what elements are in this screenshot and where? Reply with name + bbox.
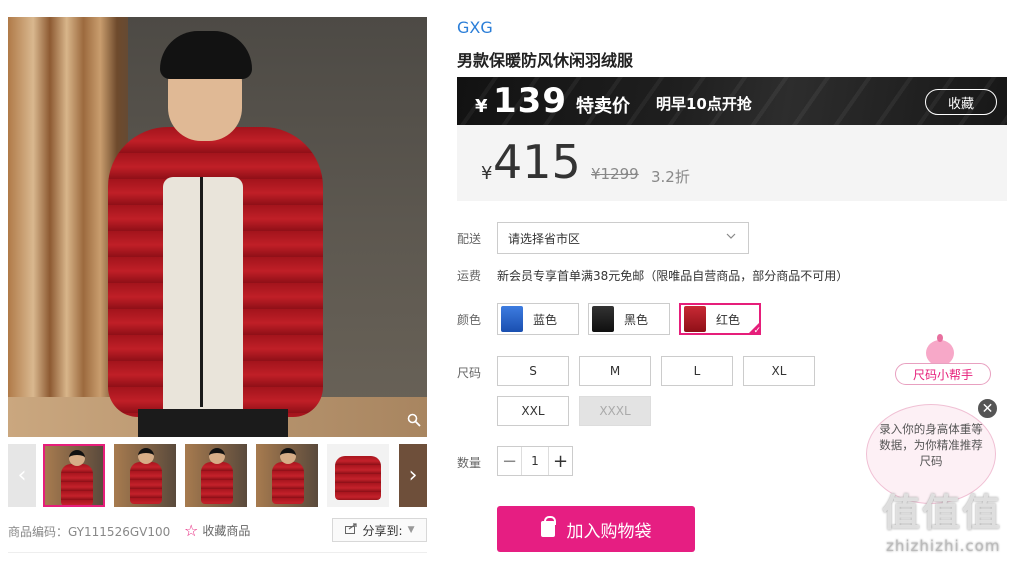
size-label: 尺码 xyxy=(457,366,482,380)
quantity-decrease-button[interactable]: − xyxy=(498,447,521,475)
thumbnail-3[interactable] xyxy=(185,444,247,507)
size-option-xxxl: XXXL xyxy=(579,396,651,426)
size-option-xl[interactable]: XL xyxy=(743,356,815,386)
chevron-down-icon xyxy=(726,231,736,242)
divider xyxy=(8,552,427,553)
region-select[interactable]: 请选择省市区 xyxy=(497,222,749,254)
quantity-increase-button[interactable]: + xyxy=(549,447,572,475)
color-option-blue[interactable]: 蓝色 xyxy=(497,303,579,335)
color-option-red[interactable]: 红色 xyxy=(679,303,761,336)
photo-shirt xyxy=(163,177,243,427)
selected-check-icon xyxy=(747,321,761,336)
region-select-value: 请选择省市区 xyxy=(508,231,581,246)
brand-link[interactable]: GXG xyxy=(457,18,493,37)
sale-currency: ¥ xyxy=(475,96,488,117)
thumbnail-1[interactable] xyxy=(43,444,105,507)
shipping-info: 新会员专享首单满38元免邮（限唯品自营商品，部分商品不可用） xyxy=(497,269,849,283)
color-swatch xyxy=(684,306,706,332)
color-name: 红色 xyxy=(716,312,741,327)
photo-zipper xyxy=(200,177,203,407)
size-option-s[interactable]: S xyxy=(497,356,569,386)
share-label: 分享到: xyxy=(362,523,403,538)
thumbnail-4[interactable] xyxy=(256,444,318,507)
product-title: 男款保暖防风休闲羽绒服 xyxy=(457,51,634,70)
size-helper-text: 录入你的身高体重等数据，为你精准推荐尺码 xyxy=(879,422,983,468)
main-product-image[interactable] xyxy=(8,17,427,437)
watermark-url: zhizhizhi.com xyxy=(886,537,1001,555)
size-option-m[interactable]: M xyxy=(579,356,651,386)
thumb-next-button[interactable]: › xyxy=(399,444,427,507)
photo-pants xyxy=(138,409,288,437)
price-box: ¥ 415 ¥1299 3.2折 xyxy=(457,125,1007,201)
add-to-bag-button[interactable]: 加入购物袋 xyxy=(497,506,695,552)
color-name: 蓝色 xyxy=(533,312,558,327)
product-code: 商品编码：GY111526GV100 xyxy=(8,525,171,539)
sale-price: 139 xyxy=(493,81,567,121)
watermark: 值值值 zhizhizhi.com xyxy=(882,482,1002,555)
sale-start-time: 明早10点开抢 xyxy=(656,95,752,113)
share-icon xyxy=(344,523,358,537)
delivery-label: 配送 xyxy=(457,232,482,246)
shipping-label: 运费 xyxy=(457,269,482,283)
color-name: 黑色 xyxy=(624,312,649,327)
close-icon[interactable]: ✕ xyxy=(976,397,999,420)
color-swatch xyxy=(592,306,614,332)
original-price: ¥1299 xyxy=(591,165,639,183)
shopping-bag-icon xyxy=(540,516,556,537)
favorite-label: 收藏商品 xyxy=(202,524,251,538)
thumbnail-5[interactable] xyxy=(327,444,389,507)
zoom-icon[interactable] xyxy=(407,413,421,431)
quantity-input[interactable]: 1 xyxy=(521,447,549,475)
discount-rate: 3.2折 xyxy=(651,168,690,186)
color-option-black[interactable]: 黑色 xyxy=(588,303,670,335)
size-helper-tag[interactable]: 尺码小帮手 xyxy=(895,363,991,385)
flash-sale-banner: ¥ 139 特卖价 明早10点开抢 收藏 xyxy=(457,77,1007,125)
watermark-logo: 值值值 xyxy=(882,491,1003,535)
color-swatch xyxy=(501,306,523,332)
size-option-l[interactable]: L xyxy=(661,356,733,386)
thumb-prev-button[interactable]: ‹ xyxy=(8,444,36,507)
sale-tag: 特卖价 xyxy=(576,96,630,117)
add-to-bag-label: 加入购物袋 xyxy=(566,521,652,542)
favorite-product-button[interactable]: ☆ 收藏商品 xyxy=(184,521,250,540)
quantity-stepper: − 1 + xyxy=(497,446,573,476)
thumbnail-strip: ‹ › xyxy=(8,444,427,507)
star-icon: ☆ xyxy=(184,521,199,540)
share-button[interactable]: 分享到: ▼ xyxy=(332,518,427,542)
quantity-label: 数量 xyxy=(457,456,482,470)
collect-button[interactable]: 收藏 xyxy=(925,89,997,115)
color-label: 颜色 xyxy=(457,313,482,327)
chevron-down-icon: ▼ xyxy=(407,525,415,535)
thumbnail-2[interactable] xyxy=(114,444,176,507)
product-meta-row: 商品编码：GY111526GV100 ☆ 收藏商品 分享到: ▼ xyxy=(8,518,427,544)
price-currency: ¥ xyxy=(481,163,493,184)
current-price: 415 xyxy=(493,135,581,189)
size-option-xxl[interactable]: XXL xyxy=(497,396,569,426)
